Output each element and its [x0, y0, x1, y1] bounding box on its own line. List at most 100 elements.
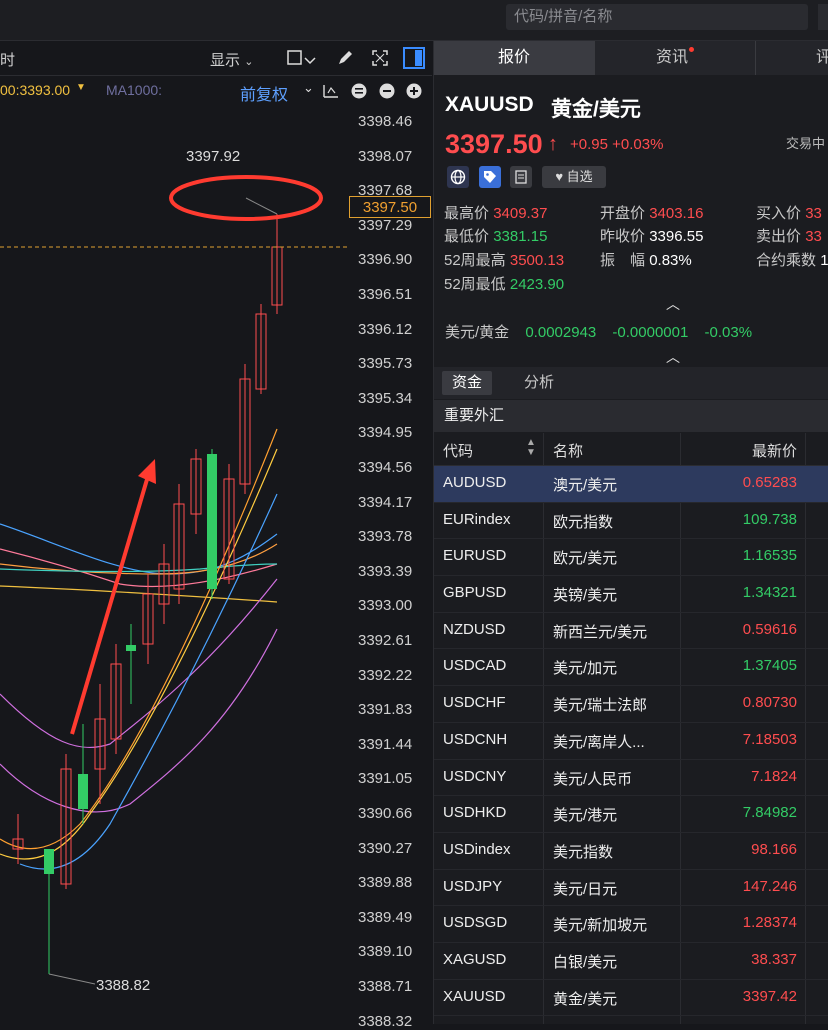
price-axis-label: 3391.44 [358, 735, 413, 753]
table-row[interactable]: XAUUSD 黄金/美元 3397.42 [434, 980, 828, 1017]
adjust-dropdown[interactable]: 前复权 [240, 81, 288, 105]
table-row[interactable]: USDCNH 美元/离岸人... 7.18503 [434, 723, 828, 760]
sub-tabs: 资金 分析 [434, 367, 828, 399]
tab-news[interactable]: 资讯 [595, 41, 756, 75]
stat-label: 最低价 [444, 228, 490, 245]
checkbox-icon[interactable] [286, 49, 304, 67]
row-price: 3397.42 [742, 987, 797, 1005]
row-price: 7.18503 [742, 730, 797, 748]
price-axis-label: 3388.32 [358, 1012, 413, 1030]
table-row[interactable]: NZDUSD 新西兰元/美元 0.59616 [434, 613, 828, 650]
low-annotation: 3388.82 [96, 977, 151, 994]
row-price: 147.246 [742, 877, 797, 895]
collapse-icon[interactable] [351, 83, 367, 102]
stat-label: 卖出价 [756, 228, 802, 245]
document-icon[interactable] [510, 166, 532, 188]
tab-more[interactable]: 评 [756, 41, 828, 75]
row-price: 0.65283 [742, 474, 797, 491]
table-row[interactable]: XAGUSD 白银/美元 38.337 [434, 943, 828, 980]
price-axis-label: 3396.51 [358, 286, 413, 303]
ma-line [19, 493, 278, 870]
expand-caret-icon[interactable]: ︿ [666, 347, 680, 367]
stat-label: 开盘价 [600, 205, 646, 222]
price-axis-label: 3389.10 [358, 943, 413, 961]
row-name: 美元/港元 [553, 807, 618, 825]
globe-icon[interactable] [447, 166, 469, 188]
display-dropdown[interactable]: 显示 ⌄ [210, 49, 253, 70]
fx-change-percent: -0.03% [704, 324, 753, 341]
watchlist-label: 自选 [566, 169, 593, 184]
current-price-tag: 3397.50 [349, 196, 431, 218]
ma-line [0, 548, 278, 588]
chevron-down-icon[interactable]: ⌄ [303, 80, 314, 96]
zoom-out-icon[interactable] [379, 83, 395, 102]
stat-label: 52周最低 [444, 276, 506, 293]
row-price: 98.166 [751, 840, 797, 858]
add-watchlist-button[interactable]: ♥ 自选 [542, 166, 606, 188]
table-row[interactable]: USDSGD 美元/新加坡元 1.28374 [434, 906, 828, 943]
top-button[interactable] [818, 4, 828, 30]
tag-icon[interactable] [479, 166, 501, 188]
table-row[interactable]: USDindex 美元指数 98.166 [434, 833, 828, 870]
row-price: 1.28374 [742, 914, 797, 932]
header-price[interactable]: 最新价 [752, 440, 797, 461]
stat-value: 3396.55 [649, 228, 704, 245]
chevron-down-icon[interactable] [304, 53, 322, 71]
header-code[interactable]: 代码 [443, 440, 473, 461]
header-name[interactable]: 名称 [553, 440, 583, 461]
stat-value: 3403.16 [649, 205, 704, 222]
notification-dot [689, 47, 694, 52]
row-price: 1.16535 [742, 547, 797, 565]
stat-value: 3409.37 [493, 205, 548, 222]
stat-label: 52周最高 [444, 252, 506, 269]
table-row[interactable]: GBPUSD 英镑/美元 1.34321 [434, 576, 828, 613]
zoom-in-icon[interactable] [406, 83, 422, 102]
stat-label: 合约乘数 [756, 252, 817, 269]
subtab-analysis[interactable]: 分析 [514, 371, 564, 395]
row-name: 澳元/美元 [553, 477, 618, 494]
subtab-funds[interactable]: 资金 [442, 371, 493, 395]
table-row[interactable]: USDCHF 美元/瑞士法郎 0.80730 [434, 686, 828, 723]
fx-label: 美元/黄金 [445, 324, 510, 341]
ma-value: 00:3393.00 [0, 82, 71, 98]
table-row[interactable]: USDCNY 美元/人民币 7.1824 [434, 760, 828, 797]
price-axis-label: 3394.17 [358, 493, 413, 511]
search-input[interactable]: 代码/拼音/名称 [506, 4, 808, 30]
price-axis-label: 3391.05 [358, 770, 413, 788]
scale-icon[interactable] [322, 83, 340, 102]
row-name: 欧元/美元 [553, 550, 618, 568]
row-name: 美元/日元 [553, 880, 618, 898]
table-row[interactable]: USDJPY 美元/日元 147.246 [434, 870, 828, 907]
tab-quote[interactable]: 报价 [434, 41, 595, 75]
candlestick-chart-panel: 时 显示 ⌄ 00:3393.00 ▼ MA1000: 前复权 ⌄ 3397.9… [0, 41, 432, 1030]
collapse-caret-icon[interactable]: ︿ [666, 294, 680, 314]
row-code: EURindex [443, 510, 511, 528]
table-row[interactable]: EURindex 欧元指数 109.738 [434, 503, 828, 540]
price-axis-label: 3389.49 [358, 908, 413, 926]
candlestick-plot[interactable] [0, 104, 350, 1024]
forex-table: AUDUSD 澳元/美元 0.65283 EURindex 欧元指数 109.738 EUR… [434, 466, 828, 1017]
table-row[interactable]: AUDUSD 澳元/美元 0.65283 [434, 466, 828, 503]
fx-change: -0.0000001 [612, 324, 689, 341]
sort-icon[interactable]: ▲ ▼ [526, 438, 536, 458]
table-row[interactable]: USDCAD 美元/加元 1.37405 [434, 649, 828, 687]
panel-toggle-icon[interactable] [403, 47, 425, 69]
timeframe-label[interactable]: 时 [0, 49, 15, 70]
stat-label: 最高价 [444, 205, 490, 222]
fullscreen-icon[interactable] [371, 49, 389, 67]
row-code: USDCNY [443, 767, 507, 785]
stat-value: 1 [820, 252, 828, 269]
price-axis-label: 3389.88 [358, 874, 413, 892]
stat-low: 最低价 3381.15 [444, 225, 547, 246]
table-row[interactable]: USDHKD 美元/港元 7.84982 [434, 796, 828, 833]
row-name: 白银/美元 [553, 953, 618, 971]
row-name: 美元/人民币 [553, 770, 633, 788]
price-axis-label: 3391.83 [358, 701, 413, 719]
row-price: 7.1824 [751, 767, 797, 785]
change-percent: +0.03% [612, 136, 664, 153]
table-row[interactable]: EURUSD 欧元/美元 1.16535 [434, 539, 828, 577]
ma-line [0, 578, 278, 749]
dropdown-triangle-icon[interactable]: ▼ [76, 82, 86, 93]
pen-icon[interactable] [336, 49, 354, 67]
row-code: USDJPY [443, 877, 503, 895]
